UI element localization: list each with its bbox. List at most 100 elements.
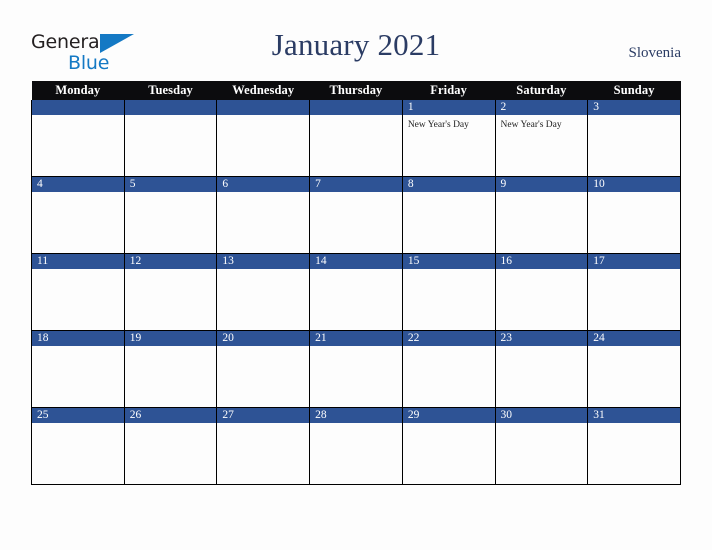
day-events	[32, 269, 124, 329]
calendar-day-cell[interactable]: 20	[216, 330, 311, 408]
calendar-week-row: 4 5 6 7 8 9 10	[31, 176, 681, 254]
calendar-day-cell[interactable]: 9	[494, 176, 589, 254]
calendar-day-cell[interactable]: 13	[216, 253, 311, 331]
calendar-week-row: 18 19 20 21 22 23 24	[31, 330, 681, 408]
day-number: 15	[402, 254, 495, 269]
calendar-day-cell[interactable]: 18	[31, 330, 125, 408]
calendar-day-cell[interactable]: 16	[494, 253, 589, 331]
calendar-day-cell[interactable]: 23	[494, 330, 589, 408]
calendar-day-cell[interactable]: 6	[216, 176, 311, 254]
calendar-day-cell[interactable]	[123, 100, 218, 177]
calendar-day-cell[interactable]: 8	[401, 176, 496, 254]
page-title: January 2021	[271, 27, 441, 62]
day-number: 14	[310, 254, 402, 269]
day-number: 26	[124, 408, 217, 423]
calendar-day-cell[interactable]: 30	[494, 407, 589, 485]
day-number: 13	[217, 254, 310, 269]
day-events	[217, 423, 309, 483]
calendar-day-cell[interactable]: 5	[123, 176, 218, 254]
calendar-day-cell[interactable]: 24	[587, 330, 681, 408]
day-events	[496, 346, 588, 406]
calendar-header-row: Monday Tuesday Wednesday Thursday Friday…	[31, 81, 681, 100]
calendar-day-cell[interactable]: 7	[309, 176, 403, 254]
calendar-day-cell[interactable]: 14	[309, 253, 403, 331]
calendar-day-cell[interactable]: 29	[401, 407, 496, 485]
day-number	[217, 100, 310, 115]
calendar-day-cell[interactable]: 4	[31, 176, 125, 254]
day-events	[217, 192, 309, 252]
calendar-day-cell[interactable]: 10	[587, 176, 681, 254]
day-events	[496, 192, 588, 252]
day-number: 28	[310, 408, 402, 423]
calendar-day-cell[interactable]: 19	[123, 330, 218, 408]
day-events	[125, 192, 217, 252]
day-events	[588, 115, 680, 175]
calendar-day-cell[interactable]: 21	[309, 330, 403, 408]
day-events	[496, 269, 588, 329]
day-number: 3	[588, 100, 680, 115]
calendar-day-cell[interactable]: 15	[401, 253, 496, 331]
weekday-header-tuesday: Tuesday	[124, 81, 217, 100]
day-number: 20	[217, 331, 310, 346]
holiday-label: New Year's Day	[407, 120, 469, 130]
calendar-day-cell[interactable]: 31	[587, 407, 681, 485]
calendar-day-cell[interactable]: 2 New Year's Day	[494, 100, 589, 177]
day-number	[32, 100, 124, 115]
day-number: 5	[124, 177, 217, 192]
day-number: 8	[402, 177, 495, 192]
day-events	[125, 269, 217, 329]
calendar-body: 1 New Year's Day 2 New Year's Day 3 4 5 6 7 8 9 10 1…	[31, 100, 681, 485]
calendar-day-cell[interactable]: 1 New Year's Day	[401, 100, 496, 177]
day-number: 31	[588, 408, 680, 423]
calendar-day-cell[interactable]	[216, 100, 311, 177]
weekday-header-saturday: Saturday	[495, 81, 588, 100]
weekday-header-wednesday: Wednesday	[216, 81, 310, 100]
day-number	[310, 100, 402, 115]
calendar-day-cell[interactable]: 11	[31, 253, 125, 331]
day-events	[310, 192, 402, 252]
calendar-day-cell[interactable]: 3	[587, 100, 681, 177]
calendar-day-cell[interactable]: 27	[216, 407, 311, 485]
day-events	[588, 269, 680, 329]
calendar-grid: Monday Tuesday Wednesday Thursday Friday…	[31, 81, 681, 485]
calendar-day-cell[interactable]: 12	[123, 253, 218, 331]
day-number	[124, 100, 217, 115]
day-events	[217, 346, 309, 406]
calendar-day-cell[interactable]: 22	[401, 330, 496, 408]
day-events	[310, 346, 402, 406]
calendar-day-cell[interactable]: 28	[309, 407, 403, 485]
calendar-week-row: 1 New Year's Day 2 New Year's Day 3	[31, 100, 681, 177]
day-number: 25	[32, 408, 124, 423]
day-events	[403, 192, 495, 252]
day-events	[496, 423, 588, 483]
day-number: 23	[495, 331, 588, 346]
day-events	[32, 346, 124, 406]
day-events	[588, 346, 680, 406]
day-number: 19	[124, 331, 217, 346]
day-events	[125, 115, 217, 175]
day-number: 10	[588, 177, 680, 192]
day-number: 7	[310, 177, 402, 192]
day-number: 16	[495, 254, 588, 269]
day-events	[32, 115, 124, 175]
holiday-label: New Year's Day	[500, 120, 562, 130]
day-events	[125, 346, 217, 406]
page-header: General Blue January 2021 Slovenia	[0, 0, 712, 80]
day-number: 17	[588, 254, 680, 269]
day-number: 24	[588, 331, 680, 346]
calendar-day-cell[interactable]: 25	[31, 407, 125, 485]
day-number: 12	[124, 254, 217, 269]
locale-label: Slovenia	[628, 45, 682, 61]
weekday-header-monday: Monday	[31, 81, 125, 100]
day-number: 11	[32, 254, 124, 269]
calendar-day-cell[interactable]	[309, 100, 403, 177]
day-events	[310, 115, 402, 175]
calendar-day-cell[interactable]: 17	[587, 253, 681, 331]
calendar-day-cell[interactable]: 26	[123, 407, 218, 485]
day-number: 6	[217, 177, 310, 192]
calendar-week-row: 25 26 27 28 29 30 31	[31, 407, 681, 485]
weekday-header-sunday: Sunday	[587, 81, 681, 100]
day-events: New Year's Day	[496, 115, 588, 175]
weekday-header-thursday: Thursday	[309, 81, 403, 100]
calendar-day-cell[interactable]	[31, 100, 125, 177]
